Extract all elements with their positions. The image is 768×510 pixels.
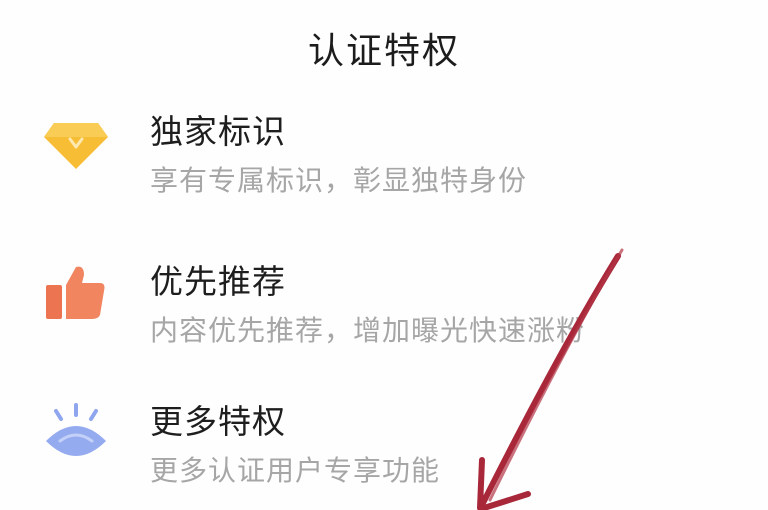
thumbs-up-icon — [40, 263, 112, 323]
privilege-item-exclusive-badge: 独家标识 享有专属标识，彰显独特身份 — [0, 95, 768, 215]
privilege-description: 更多认证用户专享功能 — [150, 454, 441, 487]
privilege-name: 优先推荐 — [150, 262, 286, 301]
privilege-name: 独家标识 — [150, 112, 286, 151]
privilege-item-priority-recommend: 优先推荐 内容优先推荐，增加曝光快速涨粉 — [0, 245, 768, 365]
diamond-icon — [40, 115, 112, 175]
privileges-page: 认证特权 独家标识 享有专属标识，彰显独特身份 优先推荐 内容优先推荐，增加曝光… — [0, 0, 768, 510]
privilege-description: 享有专属标识，彰显独特身份 — [150, 164, 528, 197]
privilege-description: 内容优先推荐，增加曝光快速涨粉 — [150, 314, 586, 347]
privilege-name: 更多特权 — [150, 402, 286, 441]
page-title: 认证特权 — [307, 31, 460, 72]
eye-icon — [40, 403, 112, 463]
privilege-item-more: 更多特权 更多认证用户专享功能 — [0, 385, 768, 505]
